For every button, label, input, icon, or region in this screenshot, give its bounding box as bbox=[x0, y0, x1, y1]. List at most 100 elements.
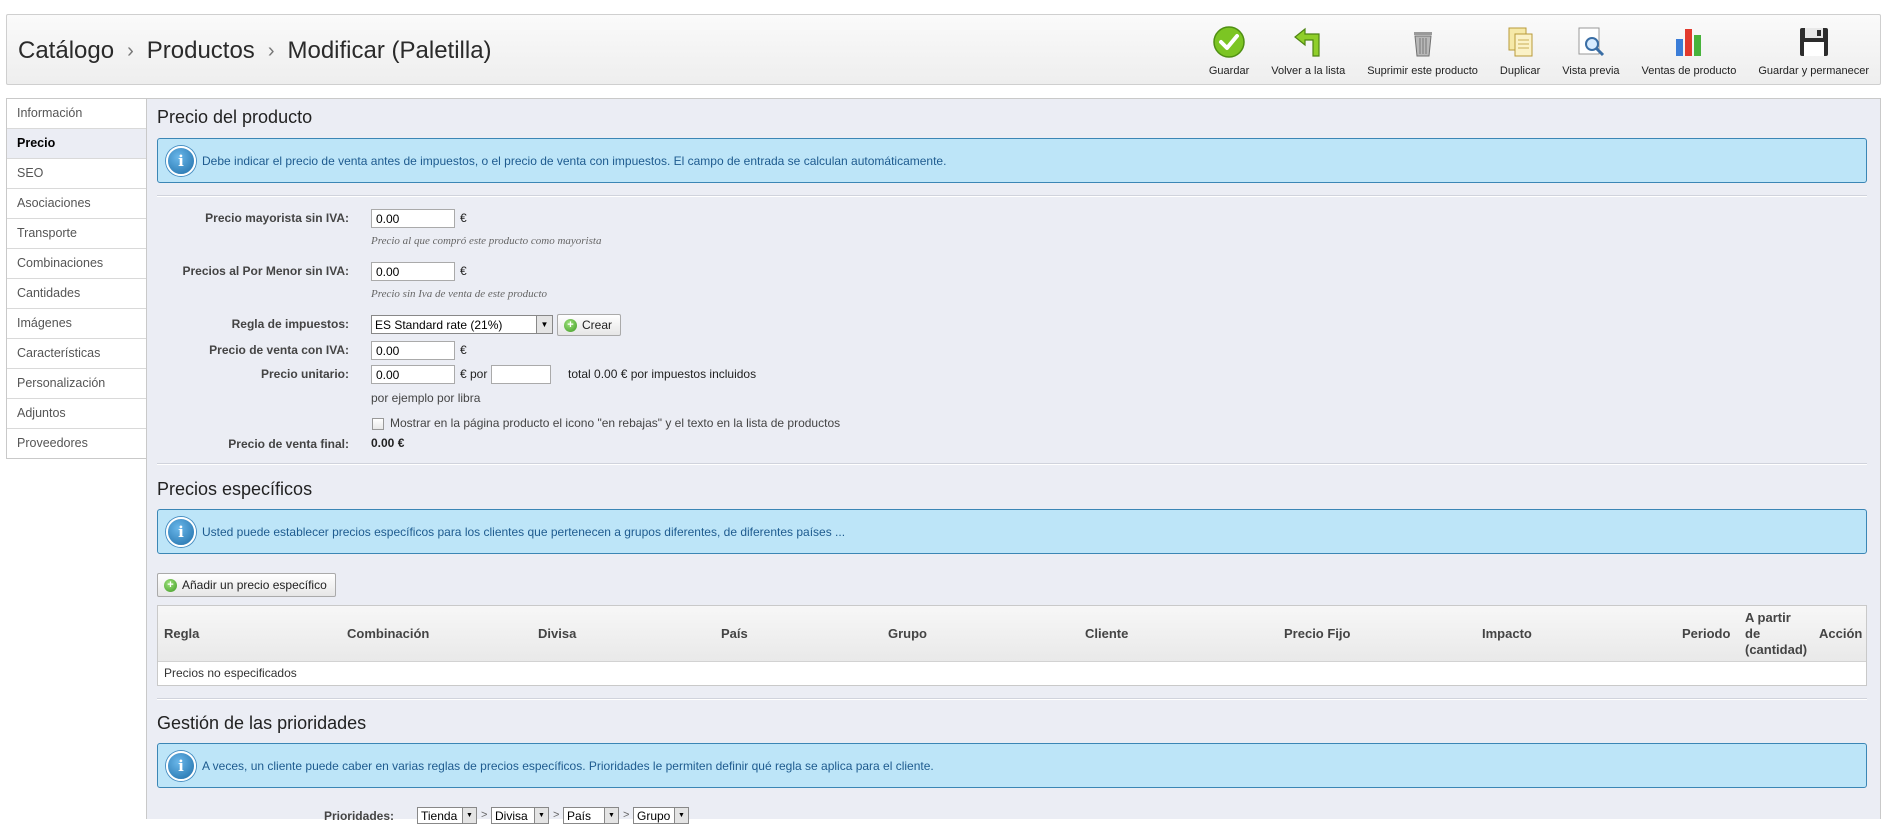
preview-magnifier-icon bbox=[1578, 27, 1604, 57]
preview-button[interactable]: Vista previa bbox=[1551, 25, 1630, 81]
create-button-label: Crear bbox=[582, 318, 613, 332]
on-sale-label: Mostrar en la página producto el icono "… bbox=[390, 416, 841, 430]
save-button[interactable]: Guardar bbox=[1198, 25, 1260, 81]
col-header-group: Grupo bbox=[888, 626, 927, 641]
divider bbox=[157, 463, 1867, 465]
chevron-down-icon: ▼ bbox=[536, 316, 552, 333]
col-header-fixed-price: Precio Fijo bbox=[1284, 626, 1351, 641]
priority-select-1[interactable]: Tienda ▼ bbox=[417, 807, 477, 824]
sidebar-item-transporte[interactable]: Transporte bbox=[7, 219, 148, 249]
back-to-list-button[interactable]: Volver a la lista bbox=[1260, 25, 1356, 81]
col-header-action: Acción bbox=[1819, 626, 1863, 641]
tax-rule-value: ES Standard rate (21%) bbox=[375, 318, 503, 332]
chevron-down-icon: ▼ bbox=[604, 808, 618, 823]
currency-label: € bbox=[460, 343, 467, 357]
retail-price-input[interactable] bbox=[371, 262, 455, 281]
chevron-down-icon: ▼ bbox=[534, 808, 548, 823]
col-header-from-quantity-line: de bbox=[1745, 626, 1761, 641]
currency-label: € bbox=[460, 211, 467, 225]
save-and-stay-button[interactable]: Guardar y permanecer bbox=[1747, 25, 1880, 81]
toolbar-label: Volver a la lista bbox=[1271, 65, 1346, 77]
priority-separator: > bbox=[481, 809, 488, 821]
specific-prices-table: Regla Combinación Divisa País Grupo Clie… bbox=[157, 605, 1867, 686]
unit-example-text: por ejemplo por libra bbox=[371, 391, 481, 405]
price-with-tax-input[interactable] bbox=[371, 341, 455, 360]
table-header: Regla Combinación Divisa País Grupo Clie… bbox=[158, 606, 1866, 662]
sidebar-item-proveedores[interactable]: Proveedores bbox=[7, 429, 148, 458]
sidebar-item-adjuntos[interactable]: Adjuntos bbox=[7, 399, 148, 429]
priority-select-4[interactable]: Grupo ▼ bbox=[633, 807, 689, 824]
sidebar-item-seo[interactable]: SEO bbox=[7, 159, 148, 189]
toolbar-label: Guardar bbox=[1208, 65, 1250, 77]
divider bbox=[157, 195, 1867, 197]
price-with-tax-label: Precio de venta con IVA: bbox=[209, 343, 349, 357]
priorities-label: Prioridades: bbox=[323, 809, 394, 823]
sidebar-item-personalizacion[interactable]: Personalización bbox=[7, 369, 148, 399]
add-specific-price-label: Añadir un precio específico bbox=[182, 578, 327, 592]
product-sales-button[interactable]: Ventas de producto bbox=[1631, 25, 1748, 81]
unit-type-input[interactable] bbox=[491, 365, 551, 384]
priority-value: País bbox=[567, 809, 592, 823]
sidebar-item-precio[interactable]: Precio bbox=[7, 129, 148, 159]
sidebar-item-caracteristicas[interactable]: Características bbox=[7, 339, 148, 369]
toolbar-label: Duplicar bbox=[1499, 65, 1541, 77]
section-title-specific-prices: Precios específicos bbox=[157, 479, 313, 499]
breadcrumb-separator: › bbox=[267, 40, 275, 62]
product-tabs-sidebar: Información Precio SEO Asociaciones Tran… bbox=[6, 98, 148, 459]
save-check-icon bbox=[1213, 26, 1245, 58]
tax-rule-label: Regla de impuestos: bbox=[231, 317, 349, 331]
unit-price-input[interactable] bbox=[371, 365, 455, 384]
col-header-period: Periodo bbox=[1682, 626, 1731, 641]
info-icon: i bbox=[166, 750, 196, 781]
col-header-currency: Divisa bbox=[538, 626, 577, 641]
unit-per-label: € por bbox=[460, 367, 488, 381]
col-header-country: País bbox=[721, 626, 748, 641]
specific-info-box: i Usted puede establecer precios específ… bbox=[157, 509, 1867, 554]
main-panel: Precio del producto i Debe indicar el pr… bbox=[146, 98, 1881, 824]
chevron-down-icon: ▼ bbox=[674, 808, 688, 823]
back-arrow-icon bbox=[1294, 27, 1320, 57]
sidebar-item-cantidades[interactable]: Cantidades bbox=[7, 279, 148, 309]
sidebar-item-informacion[interactable]: Información bbox=[7, 99, 148, 129]
sidebar-item-asociaciones[interactable]: Asociaciones bbox=[7, 189, 148, 219]
col-header-customer: Cliente bbox=[1085, 626, 1129, 641]
create-tax-rule-button[interactable]: + Crear bbox=[557, 314, 622, 336]
section-title-product-price: Precio del producto bbox=[157, 107, 313, 127]
info-icon: i bbox=[166, 145, 196, 176]
price-hint-text: Debe indicar el precio de venta antes de… bbox=[202, 153, 947, 168]
on-sale-checkbox[interactable] bbox=[372, 418, 384, 430]
breadcrumb-catalog[interactable]: Catálogo bbox=[18, 37, 114, 64]
page-header: Catálogo › Productos › Modificar (Paletilla)… bbox=[6, 14, 1881, 85]
add-icon: + bbox=[564, 318, 577, 332]
retail-price-label: Precios al Por Menor sin IVA: bbox=[182, 264, 350, 278]
col-header-from-quantity-line: (cantidad) bbox=[1745, 642, 1808, 657]
specific-hint-text: Usted puede establecer precios específic… bbox=[202, 524, 846, 539]
breadcrumb-separator: › bbox=[127, 40, 134, 62]
delete-product-button[interactable]: Suprimir este producto bbox=[1356, 25, 1489, 81]
chevron-down-icon: ▼ bbox=[462, 808, 476, 823]
divider bbox=[157, 698, 1867, 700]
wholesale-price-help: Precio al que compró este producto como … bbox=[371, 235, 602, 247]
trash-icon bbox=[1413, 32, 1432, 57]
col-header-combination: Combinación bbox=[347, 626, 430, 641]
priority-select-3[interactable]: País ▼ bbox=[563, 807, 619, 824]
info-icon: i bbox=[166, 516, 196, 547]
unit-total-text: total 0.00 € por impuestos incluidos bbox=[568, 367, 757, 381]
wholesale-price-input[interactable] bbox=[371, 209, 455, 228]
table-empty-row: Precios no especificados bbox=[164, 666, 297, 680]
toolbar-label: Vista previa bbox=[1562, 65, 1620, 77]
priority-value: Divisa bbox=[495, 809, 528, 823]
toolbar-label: Ventas de producto bbox=[1641, 65, 1737, 77]
priority-select-2[interactable]: Divisa ▼ bbox=[491, 807, 549, 824]
sales-chart-icon bbox=[1675, 29, 1701, 56]
duplicate-button[interactable]: Duplicar bbox=[1489, 25, 1551, 81]
add-specific-price-button[interactable]: + Añadir un precio específico bbox=[157, 573, 336, 597]
tax-rule-select[interactable]: ES Standard rate (21%) ▼ bbox=[371, 315, 553, 334]
col-header-impact: Impacto bbox=[1482, 626, 1532, 641]
priority-separator: > bbox=[553, 809, 560, 821]
sidebar-item-imagenes[interactable]: Imágenes bbox=[7, 309, 148, 339]
toolbar-label: Guardar y permanecer bbox=[1758, 65, 1869, 77]
price-info-box: i Debe indicar el precio de venta antes … bbox=[157, 138, 1867, 183]
breadcrumb-products[interactable]: Productos bbox=[147, 37, 255, 64]
sidebar-item-combinaciones[interactable]: Combinaciones bbox=[7, 249, 148, 279]
